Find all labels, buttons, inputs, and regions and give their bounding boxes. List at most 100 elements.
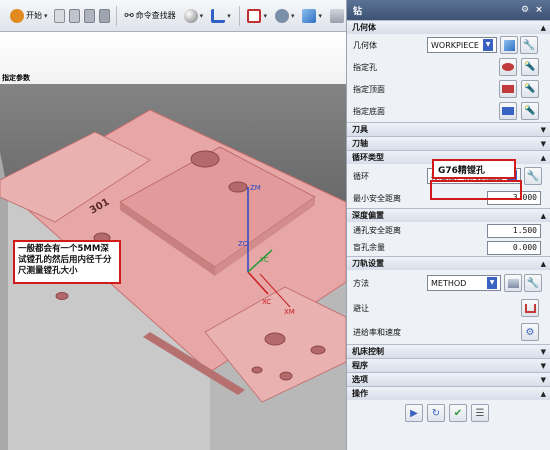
holes-icon	[502, 63, 514, 71]
geometry-value: WORKPIECE	[431, 40, 479, 50]
start-menu-button[interactable]: 开始 ▾	[8, 5, 50, 27]
toolbar-divider	[238, 5, 240, 26]
method-label: 方法	[353, 278, 369, 288]
chevron-up-icon: ▲	[540, 23, 546, 32]
start-label: 开始	[26, 11, 42, 20]
specify-bottom-button[interactable]	[499, 102, 517, 120]
through-clearance-input[interactable]: 1.500	[487, 223, 541, 238]
replay-icon: ↻	[431, 407, 441, 419]
chevron-down-icon: ▼	[540, 375, 546, 384]
gear-icon[interactable]: ⚙	[520, 5, 530, 15]
min-clearance-label: 最小安全距离	[353, 193, 401, 203]
section-toolpath-settings[interactable]: 刀轨设置 ▲	[347, 256, 550, 270]
section-actions[interactable]: 操作 ▲	[347, 386, 550, 400]
graphics-viewport[interactable]: 指定参数 301 ZM ZC YC XC XM 一般都会有一个5MM深试镗孔的然…	[0, 32, 346, 450]
replay-button[interactable]: ↻	[427, 404, 445, 422]
feeds-button[interactable]: ⚙	[521, 323, 539, 341]
section-machine-control[interactable]: 机床控制 ▼	[347, 344, 550, 358]
feeds-row: 进给率和速度 ⚙	[347, 320, 550, 344]
chevron-up-icon: ▲	[540, 153, 546, 162]
verify-button[interactable]: ✔	[449, 404, 467, 422]
bottom-face-icon	[502, 107, 514, 115]
section-program-label: 程序	[352, 361, 368, 370]
section-geometry-label: 几何体	[352, 23, 376, 32]
layer-button[interactable]	[328, 5, 346, 27]
avoidance-icon	[524, 303, 536, 313]
generate-button[interactable]: ▶	[405, 404, 423, 422]
section-machine-control-label: 机床控制	[352, 347, 384, 356]
avoidance-row: 避让	[347, 296, 550, 320]
hole	[55, 292, 69, 300]
chevron-down-icon: ▼	[540, 139, 546, 148]
chevron-up-icon: ▲	[540, 211, 546, 220]
blind-stock-input[interactable]: 0.000	[487, 240, 541, 255]
edit-geometry-button[interactable]: 🔧	[520, 36, 538, 54]
section-depth-offset[interactable]: 深度偏置 ▲	[347, 208, 550, 222]
chevron-down-icon: ▼	[540, 347, 546, 356]
cycle-highlight-frame	[430, 180, 522, 200]
chevron-down-icon: ▾	[227, 11, 231, 20]
panel-title-bar: 钻 ⚙ ×	[347, 0, 550, 20]
specify-holes-row: 指定孔 🔦	[347, 56, 550, 78]
geometry-select[interactable]: WORKPIECE ▼	[427, 37, 497, 53]
specify-top-button[interactable]	[499, 80, 517, 98]
specify-bottom-label: 指定底面	[353, 106, 385, 116]
cycle-annotation: G76精镗孔	[432, 159, 516, 179]
section-tool[interactable]: 刀具 ▼	[347, 122, 550, 136]
specify-holes-button[interactable]	[499, 58, 517, 76]
wrench-icon: 🔧	[526, 170, 540, 182]
cycle-label: 循环	[353, 171, 369, 181]
list-button[interactable]: ☰	[471, 404, 489, 422]
save-icon[interactable]	[83, 8, 95, 23]
avoidance-button[interactable]	[521, 299, 539, 317]
view-orient-button[interactable]: ▾	[273, 5, 297, 27]
close-icon[interactable]: ×	[534, 5, 544, 15]
specify-bottom-row: 指定底面 🔦	[347, 100, 550, 122]
section-program[interactable]: 程序 ▼	[347, 358, 550, 372]
section-geometry[interactable]: 几何体 ▲	[347, 20, 550, 34]
section-depth-offset-label: 深度偏置	[352, 211, 384, 220]
geometry-label: 几何体	[353, 40, 377, 50]
hole	[251, 366, 263, 374]
display-holes-button[interactable]: 🔦	[521, 58, 539, 76]
through-clearance-label: 通孔安全距离	[353, 226, 401, 235]
cube-icon	[302, 8, 317, 23]
display-top-button[interactable]: 🔦	[521, 80, 539, 98]
top-face-icon	[502, 85, 514, 93]
section-cycle-type-label: 循环类型	[352, 153, 384, 162]
zm-axis-label: ZM	[250, 184, 261, 192]
drill-operation-panel: 钻 ⚙ × 几何体 ▲ 几何体 WORKPIECE ▼ 🔧 指定孔 🔦 指定顶面…	[346, 0, 550, 450]
list-icon: ☰	[475, 407, 485, 419]
render-mode-button[interactable]: ▾	[182, 5, 206, 27]
edit-method-button[interactable]: 🔧	[524, 274, 542, 292]
display-style-button[interactable]: ▾	[300, 5, 324, 27]
method-value: METHOD	[431, 278, 467, 288]
yc-axis-label: YC	[259, 256, 269, 264]
flashlight-icon: 🔦	[524, 84, 536, 94]
new-file-icon[interactable]	[53, 8, 65, 23]
chevron-down-icon: ▾	[44, 11, 48, 20]
generate-icon: ▶	[410, 407, 418, 419]
command-finder-button[interactable]: ⚯ 命令查找器	[122, 5, 177, 27]
open-folder-icon[interactable]	[68, 8, 80, 23]
chevron-down-icon: ▼	[487, 277, 497, 289]
section-tool-axis[interactable]: 刀轴 ▼	[347, 136, 550, 150]
method-select[interactable]: METHOD ▼	[427, 275, 501, 291]
new-method-button[interactable]	[504, 274, 522, 292]
fit-view-button[interactable]: ▾	[245, 5, 269, 27]
flashlight-icon: 🔦	[524, 62, 536, 72]
section-tool-label: 刀具	[352, 125, 368, 134]
chevron-down-icon: ▾	[318, 11, 322, 20]
panel-title: 钻	[353, 6, 363, 17]
chevron-down-icon: ▼	[483, 39, 493, 51]
hole	[264, 332, 286, 346]
specify-top-label: 指定顶面	[353, 84, 385, 94]
section-options[interactable]: 选项 ▼	[347, 372, 550, 386]
display-bottom-button[interactable]: 🔦	[521, 102, 539, 120]
edit-cycle-button[interactable]: 🔧	[524, 167, 542, 185]
snap-button[interactable]: ▾	[209, 5, 233, 27]
new-geometry-button[interactable]	[500, 36, 518, 54]
sphere-icon	[183, 8, 198, 23]
print-icon[interactable]	[98, 8, 110, 23]
section-toolpath-label: 刀轨设置	[352, 259, 384, 268]
